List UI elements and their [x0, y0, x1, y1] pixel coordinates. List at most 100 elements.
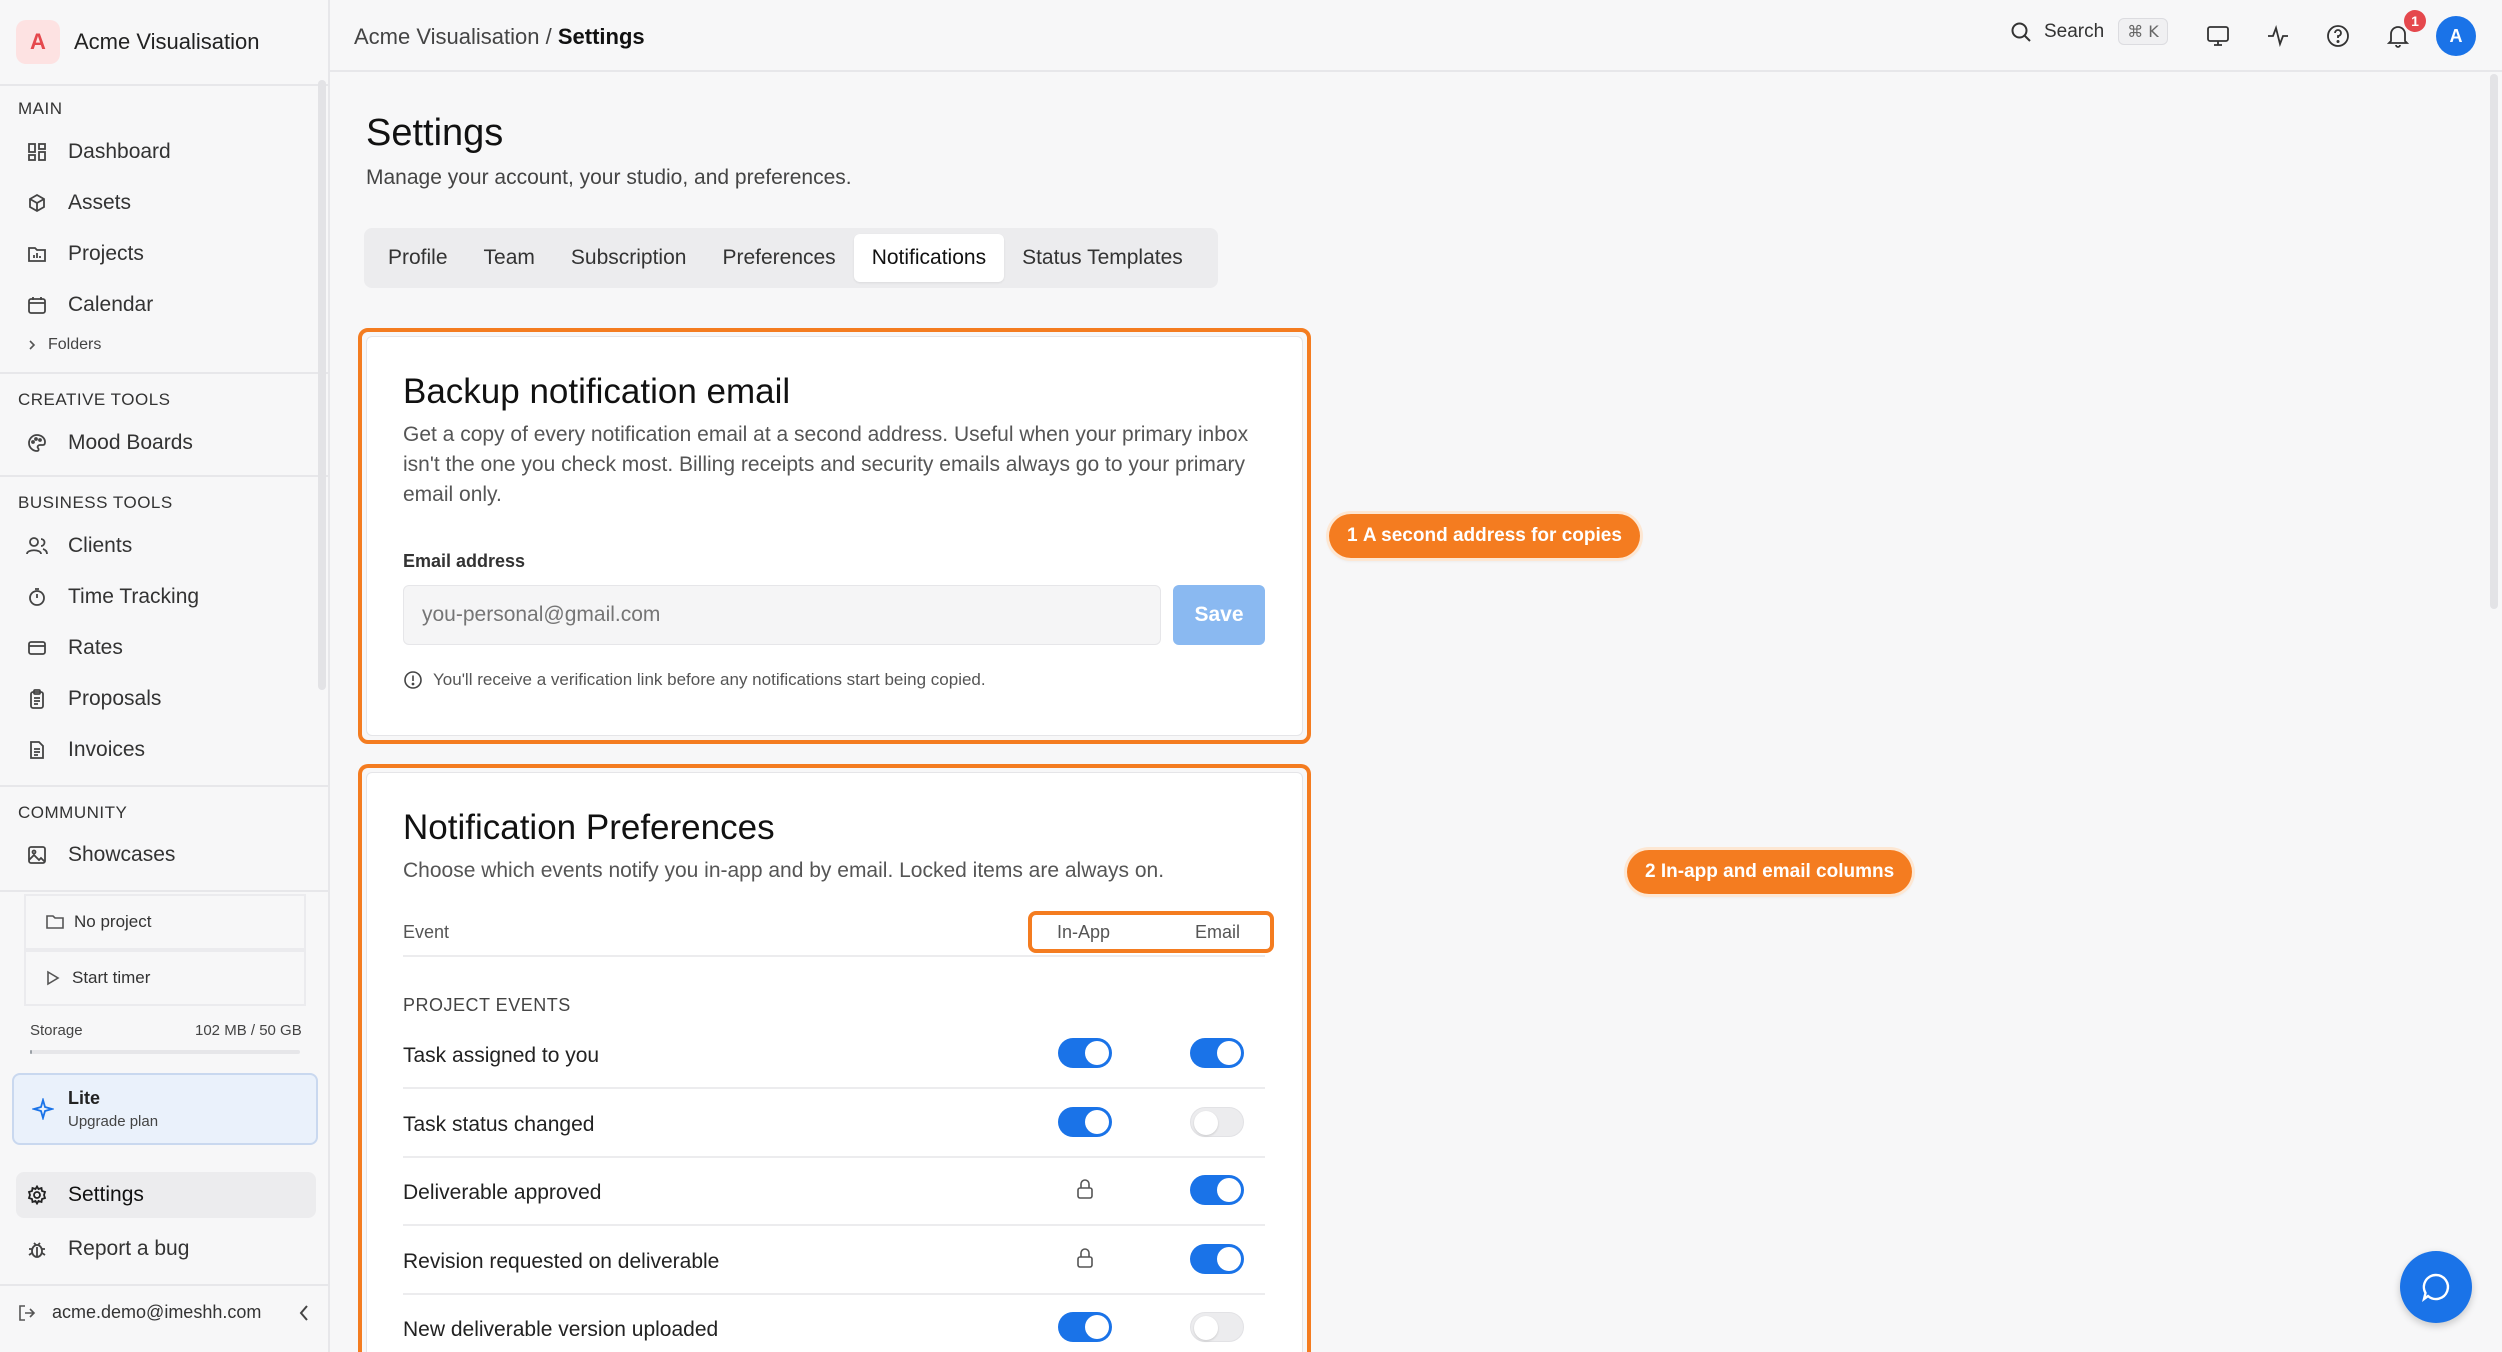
folder-chart-icon	[26, 243, 48, 265]
chat-button[interactable]	[2400, 1251, 2472, 1323]
section-community: COMMUNITY	[18, 803, 128, 822]
tab-profile[interactable]: Profile	[370, 234, 466, 282]
backup-card-description: Get a copy of every notification email a…	[403, 423, 1249, 506]
dashboard-icon	[26, 141, 48, 163]
event-label: Deliverable approved	[403, 1181, 602, 1204]
event-label: Task status changed	[403, 1113, 595, 1136]
header-divider	[403, 955, 1265, 957]
sparkle-icon	[32, 1098, 54, 1120]
upgrade-plan-card[interactable]: Lite Upgrade plan	[12, 1073, 318, 1145]
brand-logo: A	[16, 20, 60, 64]
sidebar-item-invoices[interactable]: Invoices	[16, 727, 316, 773]
sidebar-item-label: Invoices	[68, 738, 146, 761]
users-icon	[26, 535, 48, 557]
sidebar-folders-toggle[interactable]: Folders	[26, 336, 101, 354]
bug-icon	[26, 1238, 48, 1260]
group-project-events: PROJECT EVENTS	[403, 995, 571, 1015]
sidebar-item-projects[interactable]: Projects	[16, 231, 316, 277]
row-divider	[403, 1156, 1265, 1158]
logout-icon[interactable]	[18, 1304, 36, 1322]
backup-email-input[interactable]	[403, 585, 1161, 645]
preferences-title: Notification Preferences	[403, 808, 775, 847]
email-toggle[interactable]	[1190, 1107, 1244, 1137]
email-toggle[interactable]	[1190, 1175, 1244, 1205]
sidebar-item-report-bug[interactable]: Report a bug	[16, 1226, 316, 1272]
sidebar-item-label: Settings	[68, 1183, 144, 1206]
activity-icon[interactable]	[2264, 22, 2292, 50]
verification-hint: You'll receive a verification link befor…	[403, 670, 986, 690]
tab-notifications[interactable]: Notifications	[853, 234, 1005, 282]
sidebar-scrollbar[interactable]	[318, 80, 326, 690]
toggle-knob	[1217, 1178, 1241, 1202]
timer-project-label: No project	[74, 912, 152, 931]
sidebar-item-clients[interactable]: Clients	[16, 523, 316, 569]
sidebar-item-proposals[interactable]: Proposals	[16, 676, 316, 722]
section-business: BUSINESS TOOLS	[18, 493, 173, 512]
sidebar-divider	[0, 84, 328, 86]
sidebar-item-label: Time Tracking	[68, 585, 200, 608]
monitor-icon[interactable]	[2204, 22, 2232, 50]
inapp-toggle[interactable]	[1058, 1107, 1112, 1137]
callout-number: 2	[1645, 861, 1656, 882]
document-icon	[26, 739, 48, 761]
sidebar-item-mood-boards[interactable]: Mood Boards	[16, 420, 316, 466]
tab-team[interactable]: Team	[466, 234, 553, 282]
calendar-icon	[26, 294, 48, 316]
chevron-right-icon	[26, 339, 38, 351]
column-inapp: In-App	[1057, 922, 1111, 942]
callout-number: 1	[1347, 525, 1358, 546]
palette-icon	[26, 432, 48, 454]
toggle-knob	[1194, 1111, 1218, 1135]
timer-project-select[interactable]: No project	[24, 894, 306, 950]
sidebar-item-time-tracking[interactable]: Time Tracking	[16, 574, 316, 620]
page-title: Settings	[366, 112, 504, 154]
chat-bubble-icon	[2420, 1271, 2452, 1303]
clipboard-icon	[26, 688, 48, 710]
start-timer-button[interactable]: Start timer	[24, 950, 306, 1006]
email-toggle[interactable]	[1190, 1038, 1244, 1068]
toggle-knob	[1085, 1041, 1109, 1065]
sidebar-item-settings[interactable]: Settings	[16, 1172, 316, 1218]
sidebar-item-showcases[interactable]: Showcases	[16, 832, 316, 878]
inapp-toggle[interactable]	[1058, 1038, 1112, 1068]
page-subtitle: Manage your account, your studio, and pr…	[366, 166, 852, 189]
row-divider	[403, 1293, 1265, 1295]
email-toggle[interactable]	[1190, 1244, 1244, 1274]
toggle-knob	[1085, 1110, 1109, 1134]
user-row[interactable]: acme.demo@imeshh.com	[18, 1302, 310, 1323]
inapp-toggle[interactable]	[1058, 1312, 1112, 1342]
row-divider	[403, 1224, 1265, 1226]
tab-preferences[interactable]: Preferences	[704, 234, 853, 282]
breadcrumb: Acme Visualisation / Settings	[354, 24, 645, 50]
collapse-sidebar-icon[interactable]	[298, 1304, 310, 1322]
cube-icon	[26, 192, 48, 214]
sidebar-item-label: Mood Boards	[68, 431, 193, 454]
callout-text: In-app and email columns	[1660, 861, 1895, 882]
sidebar-item-calendar[interactable]: Calendar	[16, 282, 316, 328]
brand[interactable]: A Acme Visualisation	[16, 20, 259, 64]
info-circle-icon	[403, 670, 423, 690]
avatar[interactable]: A	[2436, 16, 2476, 56]
email-toggle[interactable]	[1190, 1312, 1244, 1342]
row-divider	[403, 1087, 1265, 1089]
sidebar-item-label: Projects	[68, 242, 144, 265]
sidebar-item-rates[interactable]: Rates	[16, 625, 316, 671]
save-button[interactable]: Save	[1173, 585, 1265, 645]
sidebar-item-label: Assets	[68, 191, 132, 214]
sidebar-item-assets[interactable]: Assets	[16, 180, 316, 226]
tab-subscription[interactable]: Subscription	[553, 234, 705, 282]
lock-icon	[1074, 1247, 1096, 1269]
tab-status-templates[interactable]: Status Templates	[1004, 234, 1201, 282]
play-icon	[46, 970, 60, 986]
sidebar-item-dashboard[interactable]: Dashboard	[16, 129, 316, 175]
help-icon[interactable]	[2324, 22, 2352, 50]
search-button[interactable]: Search ⌘ K	[2010, 18, 2168, 45]
brand-name: Acme Visualisation	[74, 29, 260, 54]
card-icon	[26, 637, 48, 659]
toggle-knob	[1217, 1041, 1241, 1065]
sidebar-item-label: Proposals	[68, 687, 162, 710]
main-scrollbar[interactable]	[2490, 74, 2498, 609]
folder-icon	[46, 914, 64, 930]
hint-text: You'll receive a verification link befor…	[433, 670, 986, 689]
breadcrumb-root[interactable]: Acme Visualisation	[354, 24, 539, 49]
